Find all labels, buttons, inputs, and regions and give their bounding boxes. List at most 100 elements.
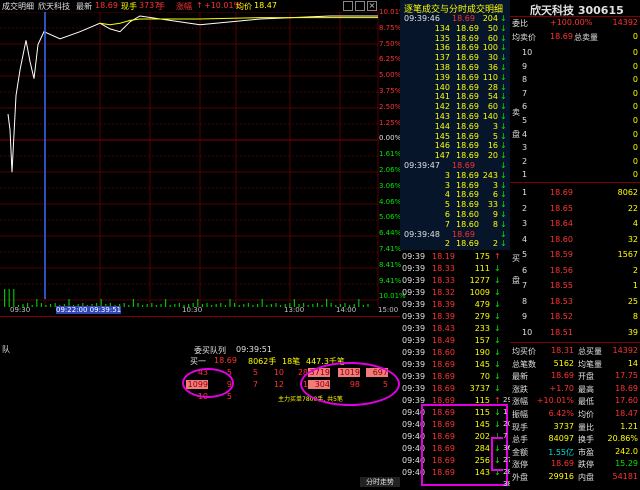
minute-row[interactable]: 09:39 18.33 111 ↓ [402, 264, 508, 274]
tape-row[interactable]: 140 18.69 28 ↓ [400, 83, 510, 93]
tape-row[interactable]: 146 18.69 16 ↓ [400, 141, 510, 151]
minute-volume: 3737 [469, 384, 490, 393]
queue-time: 09:39:51 [236, 345, 272, 354]
stat-label: 涨停 [512, 460, 528, 470]
intraday-chart[interactable] [0, 12, 400, 312]
tape-row[interactable]: 136 18.69 100 ↓ [400, 43, 510, 53]
minute-time: 09:39 [402, 324, 426, 333]
minute-row[interactable]: 09:39 18.33 1277 ↓ [402, 276, 508, 286]
tape-volume: 36 [487, 63, 498, 72]
queue-label: 委买队列 [194, 346, 226, 355]
minute-row[interactable]: 09:39 18.60 190 ↓ [402, 348, 508, 358]
avg-label: 均价 [236, 2, 252, 11]
tape-row[interactable]: 3 18.69 243 ↓ [400, 171, 510, 181]
tape-row[interactable]: 7 18.60 8 ↓ [400, 220, 510, 230]
time-tick-label: 13:00 [284, 306, 305, 314]
latest-value: 18.69 [95, 1, 118, 10]
minute-row[interactable]: 09:39 18.69 145 ↓ [402, 360, 508, 370]
stat-label: 最高 [578, 384, 594, 394]
buy-level: 1 [522, 188, 528, 197]
tape-row[interactable]: 5 18.69 33 ↓ [400, 200, 510, 210]
queue-side-label: 队 [2, 345, 10, 354]
tape-row[interactable]: 137 18.69 30 ↓ [400, 53, 510, 63]
close-icon[interactable]: × [367, 1, 377, 11]
minute-row[interactable]: 09:39 18.19 175 ↑ [402, 252, 508, 262]
volume-bar [4, 289, 6, 307]
volume-bar [358, 299, 360, 307]
tape-volume: 8 [492, 219, 498, 229]
volume-bar [31, 305, 33, 307]
tape-row[interactable]: 09:39:46 18.69 204 ↓ [400, 14, 510, 24]
tape-price: 18.69 [452, 14, 475, 23]
stat-label: 开盘 [578, 372, 594, 382]
tape-seq: 147 [434, 151, 450, 161]
down-arrow-icon: ↓ [500, 200, 507, 210]
stat-value: 1.55亿 [548, 447, 574, 457]
volume-bar [312, 304, 314, 307]
tape-time: 09:39:46 [404, 14, 440, 23]
stat-label: 外盘 [512, 473, 528, 482]
down-arrow-icon: ↓ [494, 312, 501, 321]
volume-bar [211, 305, 213, 307]
buy-volume: 1567 [617, 250, 638, 259]
buy-price: 18.69 [550, 188, 573, 197]
volume-bar [367, 304, 369, 307]
down-arrow-icon: ↓ [494, 336, 501, 345]
tape-row[interactable]: 138 18.69 36 ↓ [400, 63, 510, 73]
tape-row[interactable]: 147 18.69 20 ↓ [400, 151, 510, 161]
stat-value: +1.70 [549, 383, 574, 393]
restore-icon[interactable] [355, 1, 365, 11]
tape-row[interactable]: 144 18.69 3 ↓ [400, 122, 510, 132]
minute-row[interactable]: 09:39 18.39 479 ↓ [402, 300, 508, 310]
tape-row[interactable]: 4 18.69 6 ↓ [400, 190, 510, 200]
minute-row[interactable]: 09:39 18.69 70 ↓ [402, 372, 508, 382]
minute-volume: 479 [474, 300, 490, 309]
volume-bar [321, 305, 323, 307]
stat-value: 84097 [548, 434, 574, 444]
quote-panel: 欣天科技 300615 委比 +100.00% 14392 均卖价 18.69 … [510, 0, 640, 487]
tab-intraday[interactable]: 分时走势 [360, 477, 400, 487]
minute-row[interactable]: 09:39 18.49 157 ↓ [402, 336, 508, 346]
tape-row[interactable]: 2 18.69 2 ↓ [400, 239, 510, 249]
stat-value: 14 [627, 358, 638, 368]
avg-value: 18.47 [254, 1, 277, 10]
volume-bars [4, 289, 369, 307]
stat-label: 市盈 [578, 447, 594, 457]
volume-bar [36, 299, 38, 307]
buy-price: 18.60 [550, 234, 573, 244]
tape-row[interactable]: 143 18.69 140 ↓ [400, 112, 510, 122]
tape-row[interactable]: 3 18.69 3 ↓ [400, 181, 510, 191]
tape-volume: 60 [487, 102, 498, 112]
queue-cell: 5 [252, 368, 258, 377]
tape-row[interactable]: 142 18.69 60 ↓ [400, 102, 510, 112]
minute-time: 09:39 [402, 288, 426, 297]
down-arrow-icon: ↓ [500, 112, 507, 121]
stat-value: 18.47 [615, 409, 638, 418]
tape-row[interactable]: 145 18.69 5 ↓ [400, 132, 510, 142]
minute-volume: 157 [474, 336, 490, 345]
minute-row[interactable]: 09:39 18.69 3737 ↓ [402, 384, 508, 394]
tape-row[interactable]: 6 18.60 9 ↓ [400, 210, 510, 220]
volume-bar [238, 305, 240, 307]
tape-row[interactable]: 09:39:48 18.69 ↓ [400, 230, 510, 240]
tape-volume: 60 [487, 33, 498, 43]
volume-bar [155, 305, 157, 307]
volume-bar [160, 304, 162, 307]
tape-row[interactable]: 09:39:47 18.69 ↓ [400, 161, 510, 171]
tape-volume: 3 [492, 180, 498, 190]
volume-bar [146, 304, 148, 307]
minute-volume: 111 [474, 264, 490, 273]
collapse-icon[interactable] [343, 1, 353, 11]
sell-level: 6 [522, 102, 528, 112]
tape-seq: 138 [434, 63, 450, 72]
minute-row[interactable]: 09:39 18.43 233 ↓ [402, 324, 508, 334]
tape-seq: 140 [434, 82, 450, 92]
tape-row[interactable]: 135 18.69 60 ↓ [400, 34, 510, 44]
minute-row[interactable]: 09:39 18.39 279 ↓ [402, 312, 508, 322]
tape-row[interactable]: 134 18.69 50 ↓ [400, 24, 510, 34]
weibi-value: +100.00% [550, 18, 593, 27]
tape-row[interactable]: 141 18.69 54 ↓ [400, 92, 510, 102]
minute-row[interactable]: 09:39 18.32 1009 ↓ [402, 288, 508, 298]
down-arrow-icon: ↓ [500, 23, 507, 33]
tape-row[interactable]: 139 18.69 110 ↓ [400, 73, 510, 83]
